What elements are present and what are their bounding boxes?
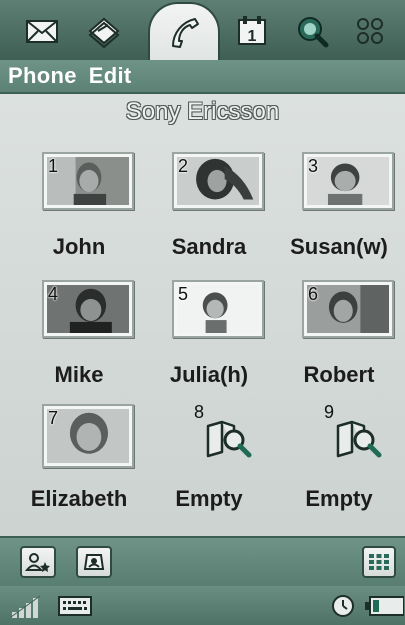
tab-web[interactable] [284, 6, 340, 56]
tab-calendar[interactable]: 1 [224, 6, 280, 56]
contact-name: Elizabeth [30, 486, 128, 511]
speed-dial-slot-5[interactable]: 5 Julia(h) [146, 280, 271, 400]
signal-strength-icon [10, 595, 41, 618]
contact-name: Julia(h) [169, 362, 249, 387]
contact-photo-frame: 2 [172, 152, 264, 210]
bottom-toolbar [0, 536, 405, 586]
apps-grid-icon [357, 18, 383, 44]
contact-photo [307, 157, 389, 205]
speed-dial-slot-3[interactable]: 3 Susan(w) [276, 152, 401, 272]
contact-photo [47, 409, 129, 463]
contact-photo-frame: 3 [302, 152, 394, 210]
contact-photo [47, 157, 129, 205]
empty-slot-icon: 9 [306, 402, 396, 464]
menu-edit[interactable]: Edit [89, 63, 132, 89]
battery-icon [365, 596, 404, 616]
speed-dial-number: 4 [48, 284, 59, 304]
envelope-icon [26, 20, 58, 43]
contact-photo-frame: 5 [172, 280, 264, 338]
contact-photo-frame: 6 [302, 280, 394, 338]
contact-card-icon [83, 554, 105, 570]
speed-dial-number: 6 [308, 284, 319, 304]
speed-dial-number: 9 [324, 402, 335, 422]
status-bar [0, 586, 405, 625]
speed-dial-slot-1[interactable]: 1 John [16, 152, 141, 272]
phone-handset-icon [172, 18, 199, 48]
contact-name: Empty [175, 486, 243, 511]
tab-more-apps[interactable] [342, 6, 398, 56]
contact-photo-frame: 1 [42, 152, 134, 210]
app-tab-bar: 1 [0, 0, 405, 62]
dialpad-icon [369, 554, 389, 570]
speed-dial-number: 5 [178, 284, 189, 304]
keyboard-icon[interactable] [58, 596, 92, 616]
contact-photo [47, 285, 129, 333]
menu-phone[interactable]: Phone [8, 63, 77, 89]
dialpad-button[interactable] [362, 546, 396, 578]
operator-name: Sony Ericsson [125, 98, 280, 125]
contact-photo [307, 285, 389, 333]
contacts-book-icon [88, 17, 120, 49]
phone-screen: 1 Phone Edit Sony Ericsson 1 John 2 Sand… [0, 0, 405, 625]
contact-name: Robert [303, 362, 375, 387]
contact-name: Sandra [171, 234, 247, 259]
tab-messaging[interactable] [14, 6, 70, 56]
speed-dial-slot-8[interactable]: 8 Empty [146, 402, 271, 524]
search-contacts-icon [336, 420, 382, 458]
speed-dial-slot-2[interactable]: 2 Sandra [146, 152, 271, 272]
speed-dial-number: 7 [48, 408, 59, 428]
add-favorite-contact-button[interactable] [20, 546, 56, 578]
menu-bar: Phone Edit [0, 60, 405, 94]
search-web-icon [298, 17, 329, 48]
tab-contacts[interactable] [76, 6, 132, 56]
contact-favorite-icon [25, 553, 50, 572]
speed-dial-number: 1 [48, 156, 59, 176]
svg-text:1: 1 [248, 28, 257, 45]
calendar-icon: 1 [238, 16, 266, 45]
contact-photo-frame: 7 [42, 404, 134, 468]
speed-dial-slot-4[interactable]: 4 Mike [16, 280, 141, 400]
tab-phone[interactable] [148, 2, 220, 62]
contact-name: Empty [305, 486, 373, 511]
speed-dial-number: 2 [178, 156, 189, 176]
clock-icon[interactable] [330, 593, 356, 619]
contact-photo [177, 157, 259, 205]
speed-dial-slot-6[interactable]: 6 Robert [276, 280, 401, 400]
speed-dial-number: 3 [308, 156, 319, 176]
search-contacts-icon [206, 420, 252, 458]
contact-photo [177, 285, 259, 333]
speed-dial-number: 8 [194, 402, 205, 422]
contact-name: Susan(w) [290, 234, 388, 259]
contact-name: John [52, 234, 106, 259]
contact-photo-frame: 4 [42, 280, 134, 338]
empty-slot-icon: 8 [176, 402, 266, 464]
speed-dial-slot-9[interactable]: 9 Empty [276, 402, 401, 524]
contact-card-button[interactable] [76, 546, 112, 578]
contact-name: Mike [54, 362, 104, 387]
speed-dial-slot-7[interactable]: 7 Elizabeth [16, 404, 141, 524]
